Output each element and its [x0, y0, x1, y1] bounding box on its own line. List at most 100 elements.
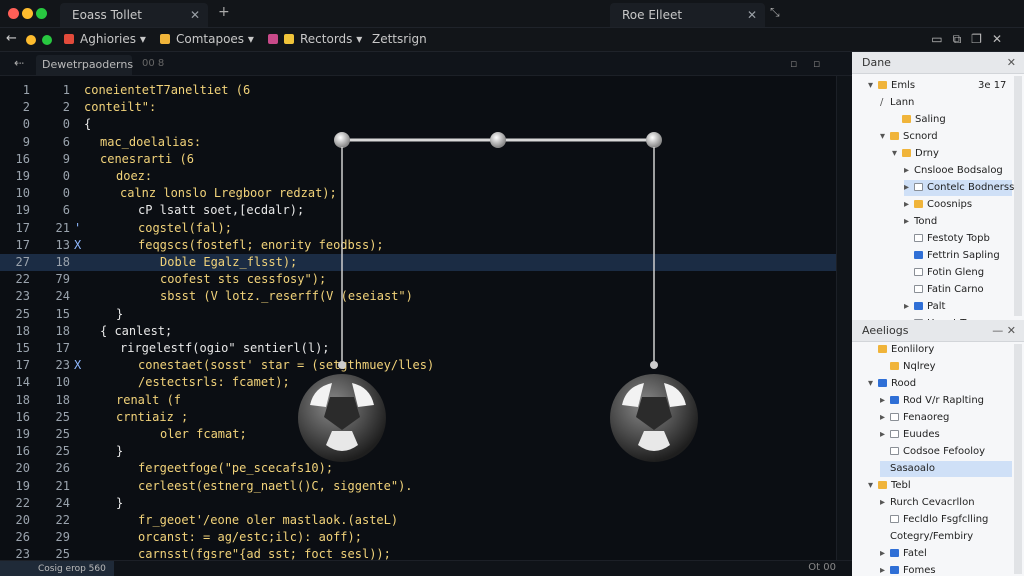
tree-item[interactable]: Fatin Carno: [904, 282, 1012, 298]
line-number: 15: [15, 341, 30, 355]
nav-arrow-icon[interactable]: ⇠: [14, 56, 24, 70]
code-line[interactable]: 20 22 fr_geoet'/eone oler mastlaok.(asteL): [0, 512, 836, 529]
settings-header[interactable]: Aeeliogs — ✕: [852, 320, 1024, 342]
tree-item-label: Cotegry/Fembiry: [890, 531, 974, 542]
tree-item[interactable]: ▾ Rood: [868, 376, 1012, 392]
tree-item[interactable]: / Lann: [880, 95, 1012, 111]
gutter-marker: X: [74, 358, 82, 373]
chevron-icon[interactable]: ▸: [880, 495, 890, 511]
tree-item[interactable]: Fotin Gleng: [904, 265, 1012, 281]
tree-item[interactable]: ▸ Rurch Cevacrllon: [880, 495, 1012, 511]
chevron-icon[interactable]: ▸: [880, 546, 890, 562]
split-icon[interactable]: ⧉: [953, 32, 972, 46]
code-line[interactable]: 22 24}: [0, 495, 836, 512]
explorer-scrollbar[interactable]: [1014, 76, 1022, 316]
code-line[interactable]: 2 2 conteilt":: [0, 99, 836, 116]
code-line[interactable]: 19 21 cerleest(estnerg_naetl()C, siggente"…: [0, 478, 836, 495]
folder-icon: [890, 132, 899, 140]
menu-components[interactable]: Comtapoes ▾: [160, 32, 254, 46]
chevron-icon[interactable]: ▾: [868, 376, 878, 392]
status-left[interactable]: Cosig erop 560: [0, 561, 114, 576]
tree-item[interactable]: Codsoe Fefooloy: [880, 444, 1012, 460]
maximize-window-button[interactable]: [36, 8, 47, 19]
tree-item[interactable]: ▸ Rod V/r Raplting: [880, 393, 1012, 409]
tree-item[interactable]: ▸ Contelc Bodnerss: [904, 180, 1014, 196]
chevron-icon[interactable]: ▾: [868, 78, 878, 94]
pendulum-overlay: [298, 132, 698, 462]
back-arrow-icon[interactable]: ←: [6, 31, 17, 46]
tree-item[interactable]: Fettrin Sapling: [904, 248, 1012, 264]
chevron-icon[interactable]: ▾: [880, 129, 890, 145]
copy-icon[interactable]: ❐: [971, 32, 992, 46]
tree-item-label: Nqlrey: [903, 361, 936, 372]
chevron-icon[interactable]: ▾: [892, 146, 902, 162]
chevron-icon[interactable]: ▸: [904, 299, 914, 315]
tree-item[interactable]: ▸ Cnslooe Bodsalog: [904, 163, 1012, 179]
menu-records[interactable]: Rectords ▾: [268, 32, 362, 46]
tree-item[interactable]: Nqlrey: [880, 359, 1012, 375]
editor-scrollbar[interactable]: [836, 76, 852, 560]
tree-item[interactable]: ▸ Coosnips: [904, 197, 1012, 213]
config-file-icon: [878, 379, 887, 387]
chevron-icon[interactable]: /: [880, 95, 890, 111]
close-tab-icon[interactable]: ✕: [190, 3, 200, 27]
tree-item[interactable]: Fecldlo Fsgfclling: [880, 512, 1012, 528]
tree-item[interactable]: ▸ Fenaoreg: [880, 410, 1012, 426]
tree-item[interactable]: ▸ Palt: [904, 299, 1012, 315]
close-tab-icon[interactable]: ✕: [747, 3, 757, 27]
editor-tab-inactive[interactable]: 00 8: [142, 58, 164, 69]
item-count: 3e 17: [978, 80, 1007, 91]
close-panel-icon[interactable]: ✕: [1007, 52, 1016, 74]
tree-item[interactable]: ▾ Scnord: [880, 129, 1012, 145]
tree-item[interactable]: ▸ Fomes: [880, 563, 1012, 576]
code-line[interactable]: 1 1 coneientetT7aneltiet (6: [0, 82, 836, 99]
code-line[interactable]: 23 25 carnsst(fgsre"{ad sst; foct sesl));: [0, 546, 836, 560]
tree-item[interactable]: Festoty Topb: [904, 231, 1012, 247]
browser-tab-1[interactable]: Eoass Tollet ✕: [60, 3, 208, 27]
close-window-button[interactable]: [8, 8, 19, 19]
chevron-icon[interactable]: ▸: [904, 197, 914, 213]
tree-item[interactable]: ▸ Tond: [904, 214, 1012, 230]
chevron-icon[interactable]: ▸: [904, 214, 914, 230]
tree-item[interactable]: ▸ Fatel: [880, 546, 1012, 562]
line-number-secondary: 25: [55, 409, 70, 424]
tree-item[interactable]: ▾ Tebl: [868, 478, 1012, 494]
line-number: 18: [15, 392, 30, 407]
minimize-window-button[interactable]: [22, 8, 33, 19]
more-actions-icon[interactable]: ▫ ▫: [790, 57, 826, 70]
close-icon[interactable]: ✕: [992, 32, 1012, 46]
bar-knob-right: [646, 132, 662, 148]
folder-icon: [902, 149, 911, 157]
settings-scrollbar[interactable]: [1014, 344, 1022, 574]
chevron-icon[interactable]: ▾: [868, 478, 878, 494]
panel-icon[interactable]: ▭: [931, 32, 952, 46]
menu-settings[interactable]: Zettsrign: [372, 32, 427, 46]
line-number: 25: [15, 306, 30, 321]
browser-tab-2[interactable]: Roe Elleet ✕: [610, 3, 765, 27]
chevron-icon[interactable]: ▸: [880, 393, 890, 409]
expand-icon[interactable]: ⤡: [770, 5, 780, 20]
chevron-icon[interactable]: ▸: [904, 180, 914, 196]
tab-title: Roe Elleet: [622, 8, 683, 22]
config-file-icon: [890, 566, 899, 574]
new-tab-icon[interactable]: +: [218, 4, 230, 20]
editor-tab-active[interactable]: Dewetrpaoderns: [36, 55, 133, 75]
chevron-icon[interactable]: ▸: [880, 563, 890, 576]
tree-item[interactable]: ▸ Euudes: [880, 427, 1012, 443]
config-file-icon: [890, 549, 899, 557]
line-number: 17: [15, 358, 30, 373]
tree-item[interactable]: Cotegry/Fembiry: [880, 529, 1012, 545]
tree-item[interactable]: Eonlilory: [868, 342, 1012, 358]
line-number-secondary: 25: [55, 427, 70, 441]
tree-item[interactable]: Sasaoalo: [880, 461, 1012, 477]
panel-actions-icon[interactable]: — ✕: [992, 320, 1016, 342]
line-number-secondary: 23: [55, 358, 70, 373]
menu-agents[interactable]: Aghiories ▾: [64, 32, 146, 46]
code-line[interactable]: 26 29 orcanst: = ag/estc;ilc): aoff);: [0, 529, 836, 546]
chevron-icon[interactable]: ▸: [880, 410, 890, 426]
tree-item[interactable]: Saling: [892, 112, 1012, 128]
chevron-icon[interactable]: ▸: [904, 163, 914, 179]
chevron-icon[interactable]: ▸: [880, 427, 890, 443]
tree-item[interactable]: ▾ Drny: [892, 146, 1012, 162]
explorer-header[interactable]: Dane ✕: [852, 52, 1024, 74]
